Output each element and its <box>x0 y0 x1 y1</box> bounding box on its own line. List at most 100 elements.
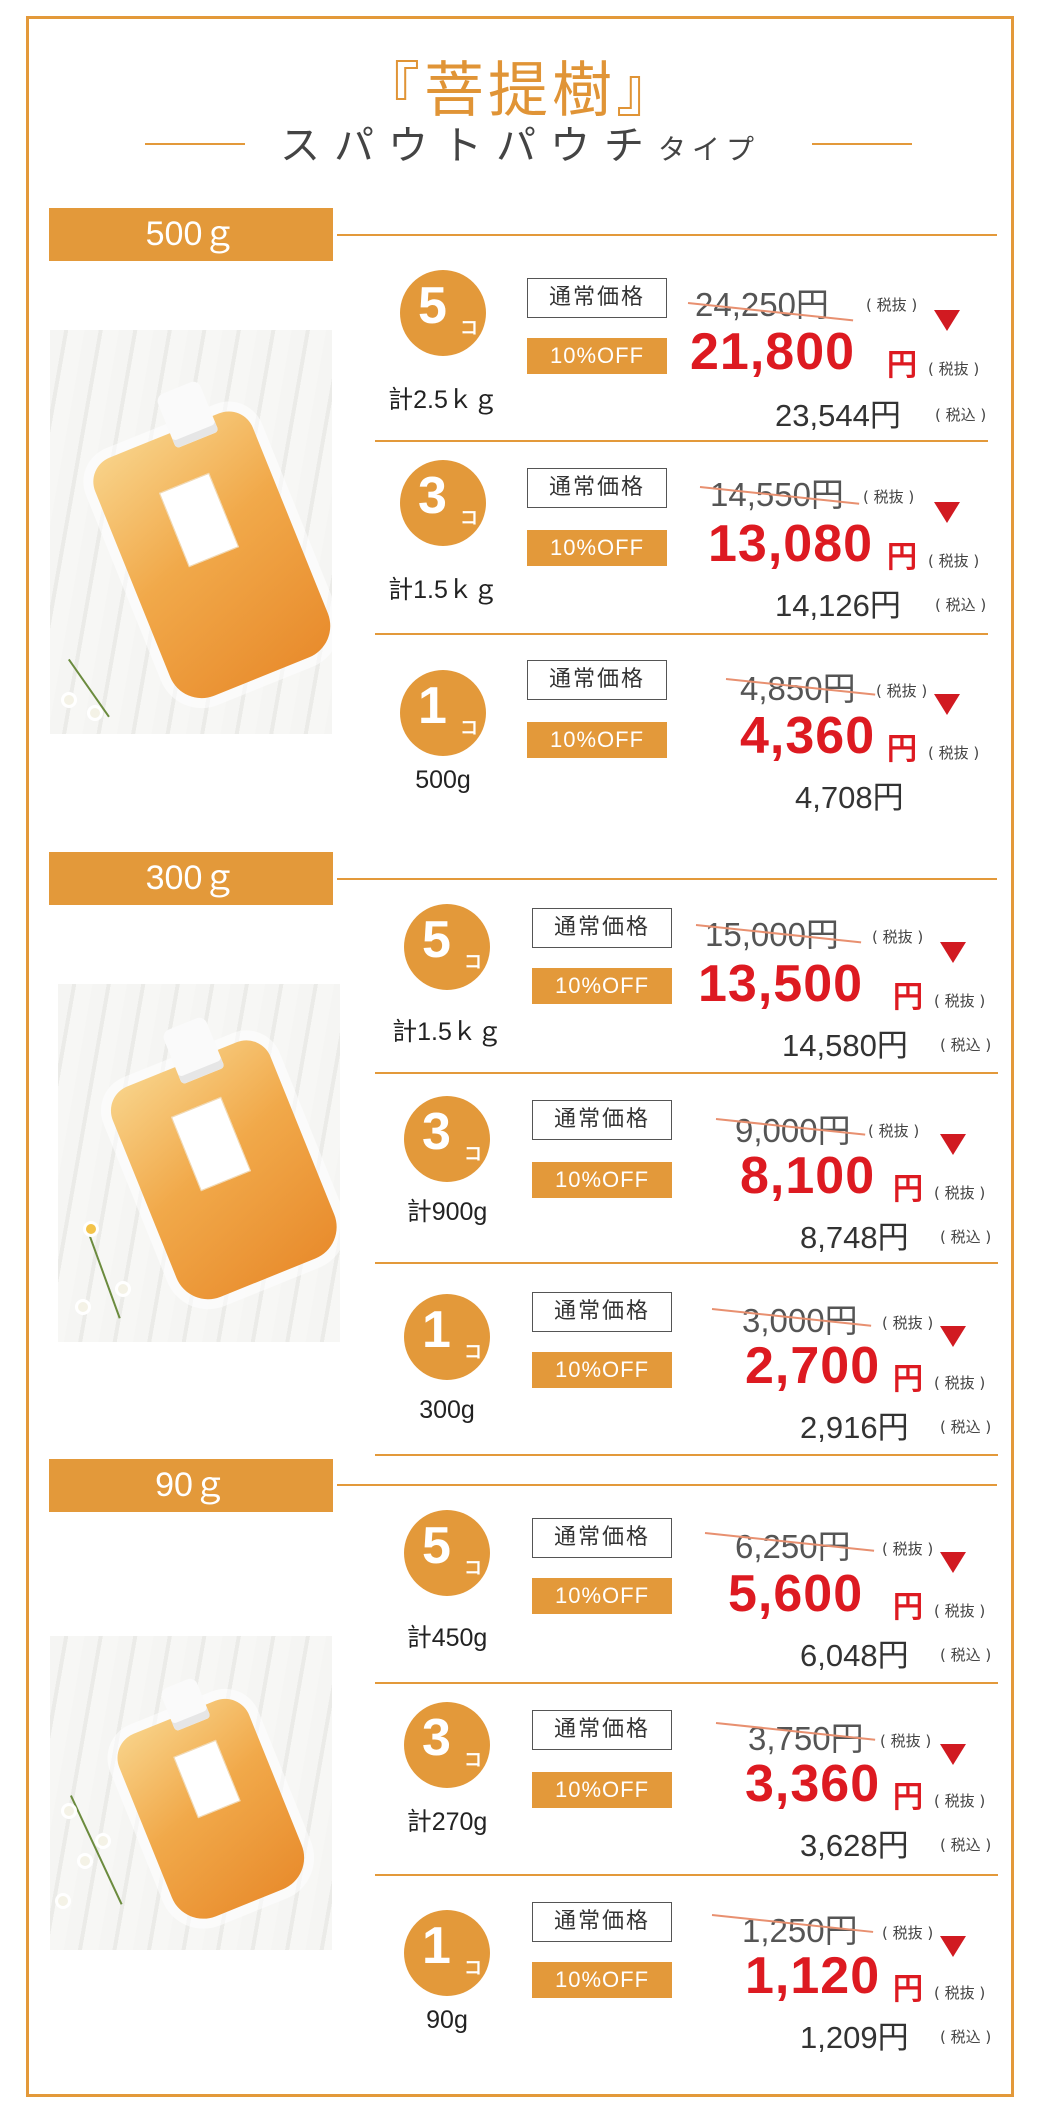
count-badge: 5コ <box>400 270 486 356</box>
triangle-down-icon <box>940 1134 966 1155</box>
total-quantity: 計1.5ｋｇ <box>388 576 498 604</box>
tax-note: ( 税抜 ) <box>882 1314 934 1332</box>
tax-note: ( 税込 ) <box>935 596 987 614</box>
page-subtitle: スパウトパウチタイプ <box>0 113 1040 171</box>
sale-yen: 円 <box>893 1780 923 1815</box>
count-badge: 1コ <box>404 1910 490 1996</box>
normal-price-tag: 通常価格 <box>527 278 667 318</box>
tax-note: ( 税抜 ) <box>934 1374 986 1392</box>
tax-included-price: 14,126円 <box>775 588 901 623</box>
tax-note: ( 税込 ) <box>940 1036 992 1054</box>
triangle-down-icon <box>940 1744 966 1765</box>
sale-yen: 円 <box>893 1972 923 2007</box>
total-quantity: 500g <box>415 766 471 794</box>
sale-price: 13,080 <box>708 515 874 573</box>
tax-note: ( 税抜 ) <box>868 1122 920 1140</box>
product-photo-500g <box>50 330 332 734</box>
sale-price: 13,500 <box>698 955 864 1013</box>
tax-note: ( 税抜 ) <box>934 992 986 1010</box>
tax-note: ( 税抜 ) <box>928 552 980 570</box>
discount-tag: 10%OFF <box>532 1578 672 1614</box>
total-quantity: 計1.5ｋｇ <box>392 1018 502 1046</box>
normal-price-tag: 通常価格 <box>532 1710 672 1750</box>
tax-note: ( 税抜 ) <box>880 1732 932 1750</box>
triangle-down-icon <box>934 502 960 523</box>
tax-note: ( 税抜 ) <box>872 928 924 946</box>
normal-price-tag: 通常価格 <box>532 1902 672 1942</box>
row-divider <box>375 1682 998 1684</box>
discount-tag: 10%OFF <box>532 1772 672 1808</box>
count-badge: 5コ <box>404 904 490 990</box>
normal-price-tag: 通常価格 <box>532 908 672 948</box>
original-price: 6,250円 <box>735 1528 851 1565</box>
section-500-header: 500ｇ <box>49 208 333 261</box>
tax-note: ( 税抜 ) <box>928 744 980 762</box>
tax-note: ( 税抜 ) <box>882 1540 934 1558</box>
subtitle-rule-right <box>812 143 912 145</box>
tax-included-price: 2,916円 <box>800 1410 909 1445</box>
sale-price: 8,100 <box>740 1147 876 1205</box>
product-photo-90g <box>50 1636 332 1950</box>
count-badge: 3コ <box>404 1096 490 1182</box>
sale-yen: 円 <box>887 732 917 767</box>
tax-note: ( 税抜 ) <box>934 1984 986 2002</box>
tax-note: ( 税込 ) <box>940 2028 992 2046</box>
row-divider <box>375 1874 998 1876</box>
tax-note: ( 税込 ) <box>940 1418 992 1436</box>
count-badge: 1コ <box>400 670 486 756</box>
normal-price-tag: 通常価格 <box>527 468 667 508</box>
triangle-down-icon <box>940 1936 966 1957</box>
tax-note: ( 税込 ) <box>935 406 987 424</box>
tax-note: ( 税抜 ) <box>863 488 915 506</box>
sale-price: 21,800 <box>690 323 856 381</box>
section-90-rule <box>337 1484 997 1486</box>
tax-included-price: 14,580円 <box>782 1028 908 1063</box>
tax-note: ( 税抜 ) <box>876 682 928 700</box>
tax-included-price: 6,048円 <box>800 1638 909 1673</box>
row-divider <box>375 1072 998 1074</box>
discount-tag: 10%OFF <box>532 968 672 1004</box>
tax-included-price: 1,209円 <box>800 2020 909 2055</box>
triangle-down-icon <box>934 694 960 715</box>
count-badge: 5コ <box>404 1510 490 1596</box>
section-500-rule <box>337 234 997 236</box>
discount-tag: 10%OFF <box>527 530 667 566</box>
triangle-down-icon <box>940 942 966 963</box>
section-300-rule <box>337 878 997 880</box>
tax-note: ( 税込 ) <box>940 1836 992 1854</box>
total-quantity: 90g <box>426 2006 468 2034</box>
discount-tag: 10%OFF <box>532 1162 672 1198</box>
sale-price: 1,120 <box>745 1947 881 2005</box>
tax-included-price: 8,748円 <box>800 1220 909 1255</box>
original-price: 14,550円 <box>710 468 844 516</box>
tax-note: ( 税抜 ) <box>934 1602 986 1620</box>
sale-yen: 円 <box>893 980 923 1015</box>
sale-price: 3,360 <box>745 1755 881 1813</box>
normal-price-tag: 通常価格 <box>532 1292 672 1332</box>
tax-included-price: 4,708円 <box>795 780 904 815</box>
triangle-down-icon <box>940 1326 966 1347</box>
discount-tag: 10%OFF <box>532 1352 672 1388</box>
sale-price: 4,360 <box>740 707 876 765</box>
discount-tag: 10%OFF <box>532 1962 672 1998</box>
tax-note: ( 税込 ) <box>940 1228 992 1246</box>
count-badge: 3コ <box>404 1702 490 1788</box>
tax-included-price: 3,628円 <box>800 1828 909 1863</box>
tax-note: ( 税抜 ) <box>882 1924 934 1942</box>
count-badge: 3コ <box>400 460 486 546</box>
tax-included-price: 23,544円 <box>775 398 901 433</box>
sale-yen: 円 <box>893 1590 923 1625</box>
sale-price: 5,600 <box>728 1565 864 1623</box>
triangle-down-icon <box>940 1552 966 1573</box>
discount-tag: 10%OFF <box>527 338 667 374</box>
section-300-header: 300ｇ <box>49 852 333 905</box>
row-divider <box>375 1454 998 1456</box>
tax-note: ( 税抜 ) <box>934 1792 986 1810</box>
tax-note: ( 税抜 ) <box>928 360 980 378</box>
discount-tag: 10%OFF <box>527 722 667 758</box>
sale-yen: 円 <box>893 1172 923 1207</box>
total-quantity: 計900g <box>406 1198 488 1226</box>
tax-note: ( 税抜 ) <box>934 1184 986 1202</box>
row-divider <box>375 440 988 442</box>
total-quantity: 計450g <box>406 1624 488 1652</box>
